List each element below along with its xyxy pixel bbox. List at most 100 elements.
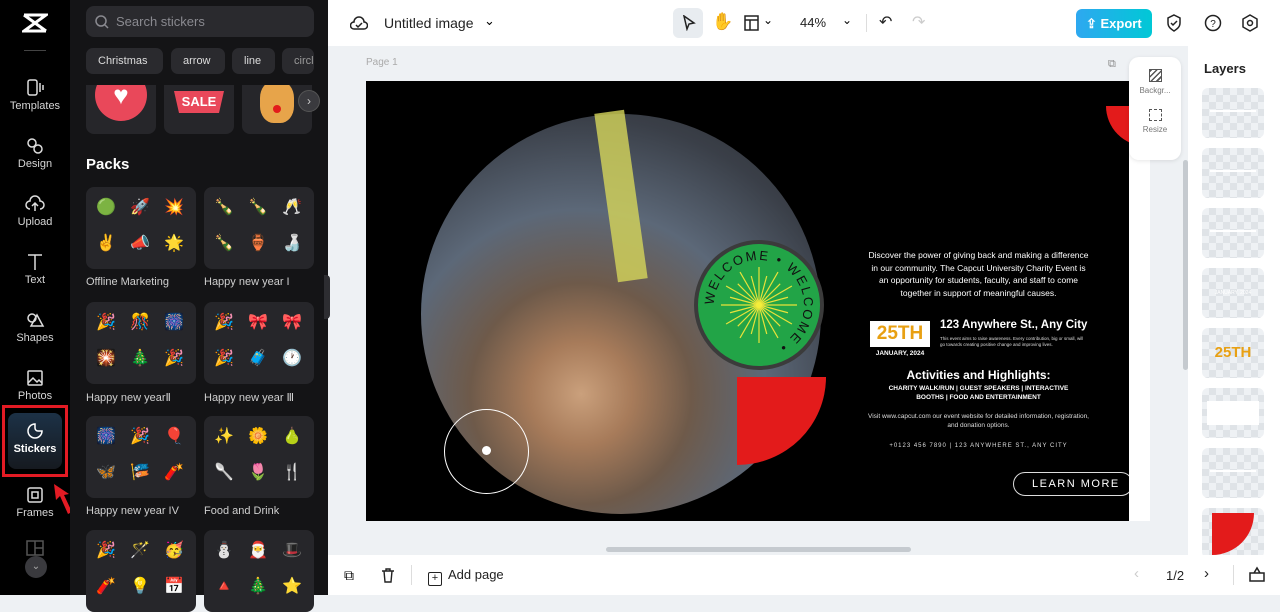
layer-thumb[interactable]: [1202, 448, 1264, 498]
rail-item-design[interactable]: Design: [4, 132, 66, 188]
sticker-thumb: 🍴: [282, 464, 302, 481]
date-small[interactable]: JANUARY, 2024: [866, 350, 934, 357]
expand-rail-button[interactable]: ⌄: [25, 556, 47, 578]
sticker-thumb: 🔺: [214, 578, 234, 595]
search-input[interactable]: Search stickers: [86, 6, 314, 37]
text-preview: [1210, 110, 1256, 112]
pack-label: Happy new year Ⅲ: [204, 392, 295, 404]
zoom-level[interactable]: 44%: [800, 15, 826, 30]
chip-line[interactable]: line: [232, 48, 275, 74]
welcome-badge[interactable]: WELCOME • WELCOME •: [693, 239, 825, 371]
layer-thumb[interactable]: [1202, 208, 1264, 258]
floating-tools: Backgr... Resize: [1129, 57, 1181, 160]
resize-button[interactable]: Resize: [1129, 109, 1181, 134]
learn-more-button[interactable]: LEARN MORE: [1013, 472, 1129, 496]
layer-thumb[interactable]: [1202, 88, 1264, 138]
shield-icon[interactable]: [1166, 14, 1182, 32]
stickers-panel: Search stickers Christmas arrow line cir…: [70, 0, 330, 612]
prev-page-icon[interactable]: ‹: [1134, 565, 1139, 582]
layer-thumb[interactable]: [1202, 388, 1264, 438]
chip-arrow[interactable]: arrow: [171, 48, 225, 74]
layer-label: 25TH: [1214, 344, 1252, 361]
layer-thumb[interactable]: 25TH: [1202, 328, 1264, 378]
layer-thumb[interactable]: JANUARY, 2024: [1202, 268, 1264, 318]
sticker-pack[interactable]: 🎉 🪄 🥳 🧨 💡 📅: [86, 530, 196, 612]
stickers-icon: [27, 423, 43, 439]
date-big[interactable]: 25TH: [870, 321, 930, 347]
select-tool-button[interactable]: [673, 8, 703, 38]
sticker-pack[interactable]: 🟢 🚀 💥 ✌ 📣 🌟: [86, 187, 196, 269]
sticker-thumb: 🎆: [96, 428, 116, 445]
export-button[interactable]: ⇪ Export: [1076, 9, 1152, 38]
sticker-thumb: 🎉: [96, 314, 116, 331]
sticker-pack[interactable]: 🍾 🍾 🥂 🍾 🏺 🍶: [204, 187, 314, 269]
sticker-thumb: ✨: [214, 428, 234, 445]
activities-list[interactable]: CHARITY WALK/RUN | GUEST SPEAKERS | INTE…: [876, 384, 1081, 402]
next-page-icon[interactable]: ›: [1204, 565, 1209, 582]
rail-item-templates[interactable]: Templates: [4, 74, 66, 130]
address-heading[interactable]: 123 Anywhere St., Any City: [940, 319, 1087, 331]
chip-christmas[interactable]: Christmas: [86, 48, 163, 74]
bottom-bar: ⧉ + Add page ‹ 1/2 ›: [328, 555, 1280, 595]
pack-label: Happy new year IV: [86, 505, 179, 517]
resize-icon: [1148, 109, 1162, 121]
visit-text[interactable]: Visit www.capcut.com our event website f…: [866, 412, 1091, 430]
intro-text[interactable]: Discover the power of giving back and ma…: [866, 249, 1091, 299]
sticker-thumb: 🟢: [96, 199, 116, 216]
undo-icon[interactable]: ↶: [879, 12, 892, 32]
contact-text[interactable]: +0123 456 7890 | 123 ANYWHERE ST., ANY C…: [866, 443, 1091, 449]
outline-circle[interactable]: [444, 409, 529, 494]
divider: [1233, 565, 1234, 585]
sticker-thumb: ⛄: [214, 542, 234, 559]
small-description[interactable]: This event aims to raise awareness. Ever…: [940, 336, 1085, 348]
sticker-pack[interactable]: 🎆 🎉 🎈 🦋 🎏 🧨: [86, 416, 196, 498]
zoom-chevron-down-icon[interactable]: ⌄: [842, 13, 852, 27]
hand-tool-icon[interactable]: ✋: [712, 12, 733, 32]
settings-icon[interactable]: [1241, 14, 1259, 32]
background-icon: [1148, 69, 1162, 82]
red-quarter-circle[interactable]: [737, 377, 826, 465]
chip-circle[interactable]: circle: [282, 48, 314, 74]
document-title[interactable]: Untitled image: [384, 15, 474, 31]
sticker-thumb: 🍾: [214, 235, 234, 252]
sticker-pack[interactable]: ⛄ 🎅 🎩 🔺 🎄 ⭐: [204, 530, 314, 612]
layout-icon[interactable]: [744, 15, 760, 31]
divider: [866, 14, 867, 32]
delete-icon[interactable]: [381, 568, 395, 583]
sticker-pack[interactable]: 🎉 🎀 🎀 🎉 🧳 🕐: [204, 302, 314, 384]
pagination: 1/2: [1166, 568, 1185, 583]
rail-item-upload[interactable]: Upload: [4, 190, 66, 246]
activities-title[interactable]: Activities and Highlights:: [866, 368, 1091, 382]
duplicate-icon[interactable]: ⧉: [344, 567, 354, 584]
layout-chevron-down-icon[interactable]: ⌄: [763, 13, 773, 27]
rail-item-text[interactable]: Text: [4, 248, 66, 304]
layer-thumb[interactable]: [1202, 508, 1264, 558]
rail-item-shapes[interactable]: Shapes: [4, 306, 66, 362]
panel-collapse-handle[interactable]: [324, 275, 330, 319]
cloud-save-icon[interactable]: [350, 14, 368, 32]
next-stickers-button[interactable]: ›: [298, 90, 320, 112]
sticker-pack[interactable]: ✨ 🌼 🍐 🥄 🌷 🍴: [204, 416, 314, 498]
sticker-thumb: 🎈: [164, 428, 184, 445]
layer-thumb[interactable]: [1202, 148, 1264, 198]
sticker-pack[interactable]: 🎉 🎊 🎆 🎇 🎄 🎉: [86, 302, 196, 384]
page-manager-icon[interactable]: [1248, 566, 1266, 583]
divider: [24, 50, 46, 51]
horizontal-scrollbar[interactable]: [606, 547, 911, 552]
capcut-logo[interactable]: [19, 12, 51, 34]
sticker-sale[interactable]: SALE: [164, 85, 234, 134]
redo-icon[interactable]: ↷: [912, 12, 925, 32]
sticker-thumb: 🎉: [214, 314, 234, 331]
sticker-thumb: 🍐: [282, 428, 302, 445]
title-chevron-down-icon[interactable]: ⌄: [484, 13, 495, 29]
background-button[interactable]: Backgr...: [1129, 69, 1181, 95]
duplicate-page-icon[interactable]: ⧉: [1108, 58, 1116, 71]
help-icon[interactable]: ?: [1204, 14, 1222, 32]
add-page-button[interactable]: + Add page: [428, 567, 504, 586]
rail-item-stickers[interactable]: Stickers: [8, 413, 62, 469]
sticker-heart[interactable]: ♥: [86, 85, 156, 134]
sticker-thumb: 🍾: [214, 199, 234, 216]
red-corner-shape[interactable]: [1106, 106, 1129, 146]
sticker-thumb: 🎀: [248, 314, 268, 331]
design-artboard[interactable]: WELCOME • WELCOME • Discover the power o…: [366, 81, 1129, 521]
